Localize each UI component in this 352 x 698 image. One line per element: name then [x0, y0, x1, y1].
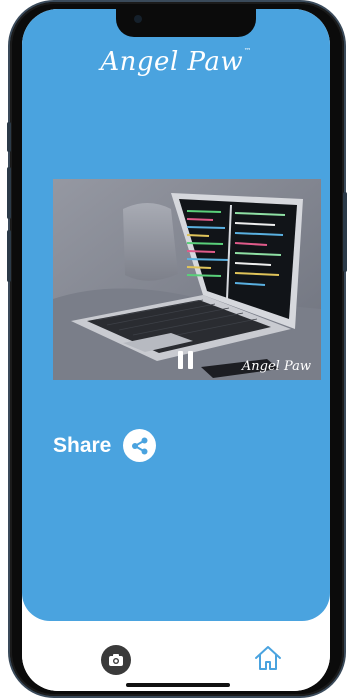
side-button: [7, 230, 11, 282]
side-button: [7, 122, 11, 152]
video-player[interactable]: Angel Paw: [53, 179, 321, 380]
side-button: [343, 192, 347, 272]
app-logo: Angel Paw™: [22, 47, 330, 77]
main-content: Angel Paw™ Angel Paw Share: [22, 9, 330, 621]
video-frame-image: [53, 179, 321, 380]
screen: Angel Paw™ Angel Paw Share: [22, 9, 330, 691]
share-button[interactable]: [123, 429, 157, 462]
home-indicator[interactable]: [126, 683, 230, 687]
tab-home[interactable]: [253, 643, 283, 673]
share-row[interactable]: Share: [53, 429, 157, 462]
side-button: [7, 167, 11, 219]
logo-trademark: ™: [244, 47, 252, 55]
camera-icon: [109, 654, 123, 666]
pause-icon[interactable]: [178, 351, 194, 369]
notch: [116, 9, 256, 37]
share-label: Share: [53, 433, 112, 457]
home-icon: [255, 646, 281, 670]
front-camera: [134, 15, 142, 23]
share-icon: [131, 437, 148, 454]
video-watermark: Angel Paw: [241, 359, 311, 374]
logo-text: Angel Paw: [100, 47, 244, 77]
tab-bar: [22, 621, 330, 691]
tab-camera[interactable]: [101, 645, 131, 675]
